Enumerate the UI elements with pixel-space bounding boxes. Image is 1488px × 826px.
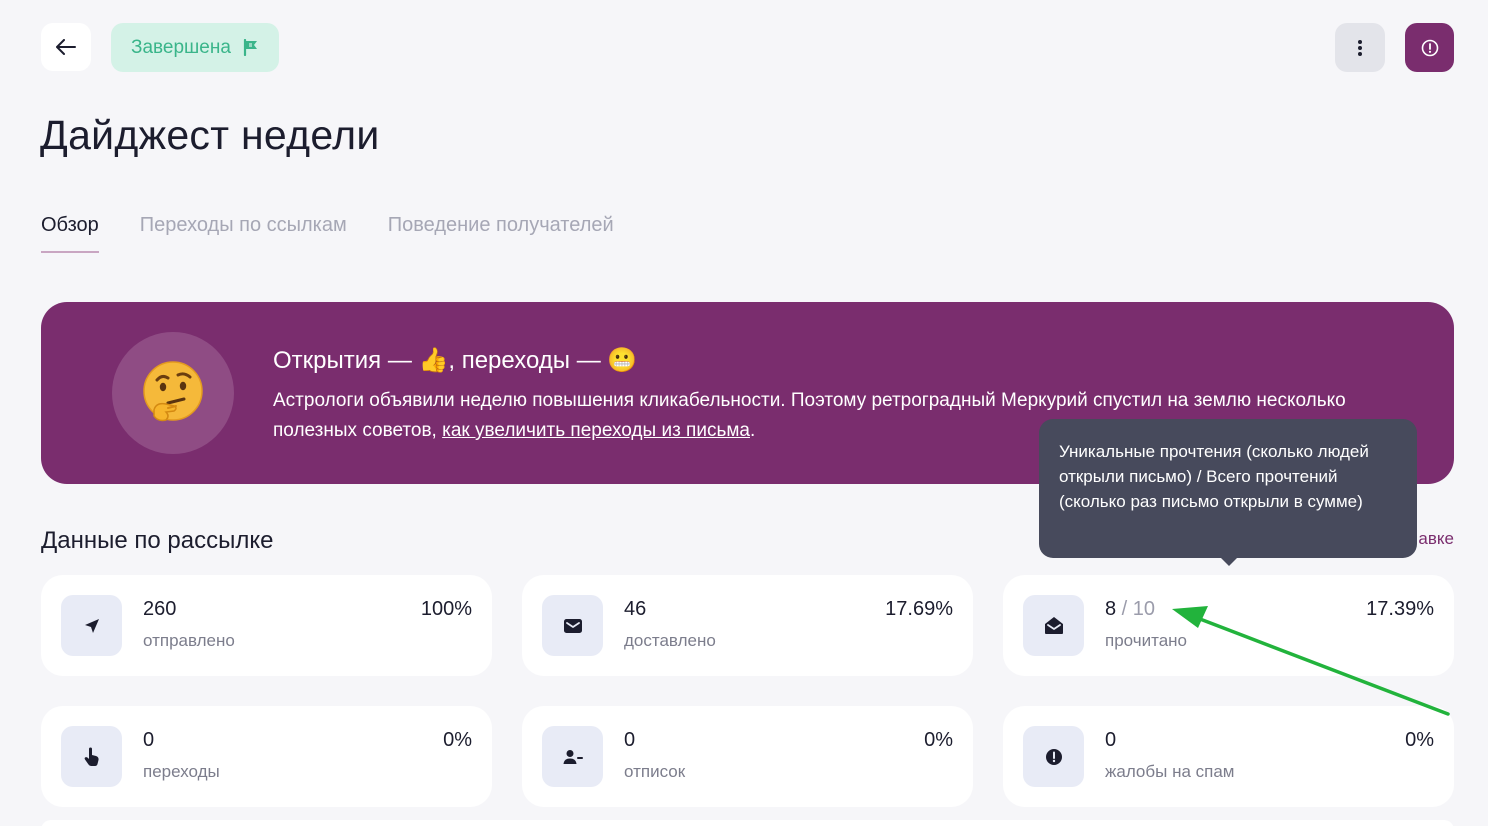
flag-icon	[243, 39, 257, 56]
stat-label: доставлено	[624, 631, 716, 650]
tab-overview[interactable]: Обзор	[41, 214, 99, 253]
thinking-face-icon	[112, 332, 234, 454]
status-label: Завершена	[131, 36, 231, 58]
stat-percent: 100%	[420, 598, 472, 620]
banner-text-end: .	[749, 420, 756, 441]
tab-bar: Обзор Переходы по ссылкам Поведение полу…	[41, 214, 614, 253]
stats-section-title: Данные по рассылке	[41, 527, 274, 554]
total-reads-value: / 10	[1116, 598, 1156, 620]
stat-percent: 17.39%	[1366, 598, 1434, 620]
stat-card-clicks: 0 переходы 0%	[41, 706, 492, 807]
unique-reads-value: 8	[1105, 598, 1117, 620]
stat-card-spam-complaints: 0 жалобы на спам 0%	[1003, 706, 1454, 807]
increase-clicks-link[interactable]: как увеличить переходы из письма	[442, 420, 750, 441]
stat-label: отписок	[624, 762, 686, 781]
stat-card-unsubscribed: 0 отписок 0%	[522, 706, 973, 807]
envelope-icon	[542, 595, 603, 656]
reads-tooltip: Уникальные прочтения (сколько людей откр…	[1039, 419, 1417, 558]
tooltip-arrow	[1220, 557, 1238, 566]
user-minus-icon	[542, 726, 603, 787]
tab-link-clicks[interactable]: Переходы по ссылкам	[140, 214, 347, 253]
info-circle-icon	[1421, 39, 1438, 56]
stat-card-sent: 260 отправлено 100%	[41, 575, 492, 676]
next-row-card	[41, 820, 1454, 826]
more-options-button[interactable]	[1335, 23, 1385, 72]
open-envelope-icon	[1023, 595, 1084, 656]
status-badge: Завершена	[111, 23, 279, 72]
send-arrow-icon	[61, 595, 122, 656]
stat-value: 0	[624, 729, 636, 751]
stat-value: 0	[143, 729, 155, 751]
stats-section-link[interactable]: авке	[1418, 529, 1454, 549]
stat-percent: 17.69%	[885, 598, 953, 620]
tab-recipient-behavior[interactable]: Поведение получателей	[388, 214, 614, 253]
stat-card-delivered: 46 доставлено 17.69%	[522, 575, 973, 676]
stat-label: прочитано	[1105, 631, 1187, 650]
info-button[interactable]	[1405, 23, 1454, 72]
back-button[interactable]	[41, 23, 91, 71]
stat-percent: 0%	[924, 729, 953, 751]
stat-card-read: 8 / 10 прочитано 17.39%	[1003, 575, 1454, 676]
stat-label: переходы	[143, 762, 220, 781]
banner-title: Открытия — 👍, переходы — 😬	[273, 347, 638, 374]
page-title: Дайджест недели	[40, 112, 380, 158]
arrow-left-icon	[56, 39, 76, 55]
stat-percent: 0%	[1405, 729, 1434, 751]
thinking-face-emoji	[143, 361, 203, 422]
vertical-dots-icon	[1358, 39, 1362, 56]
stat-value: 260	[143, 598, 177, 620]
stat-label: отправлено	[143, 631, 235, 650]
stat-value: 8 / 10	[1105, 598, 1155, 621]
alert-circle-icon	[1023, 726, 1084, 787]
stat-value: 46	[624, 598, 647, 620]
stat-label: жалобы на спам	[1105, 762, 1235, 781]
stat-value: 0	[1105, 729, 1117, 751]
stat-percent: 0%	[443, 729, 472, 751]
pointer-hand-icon	[61, 726, 122, 787]
